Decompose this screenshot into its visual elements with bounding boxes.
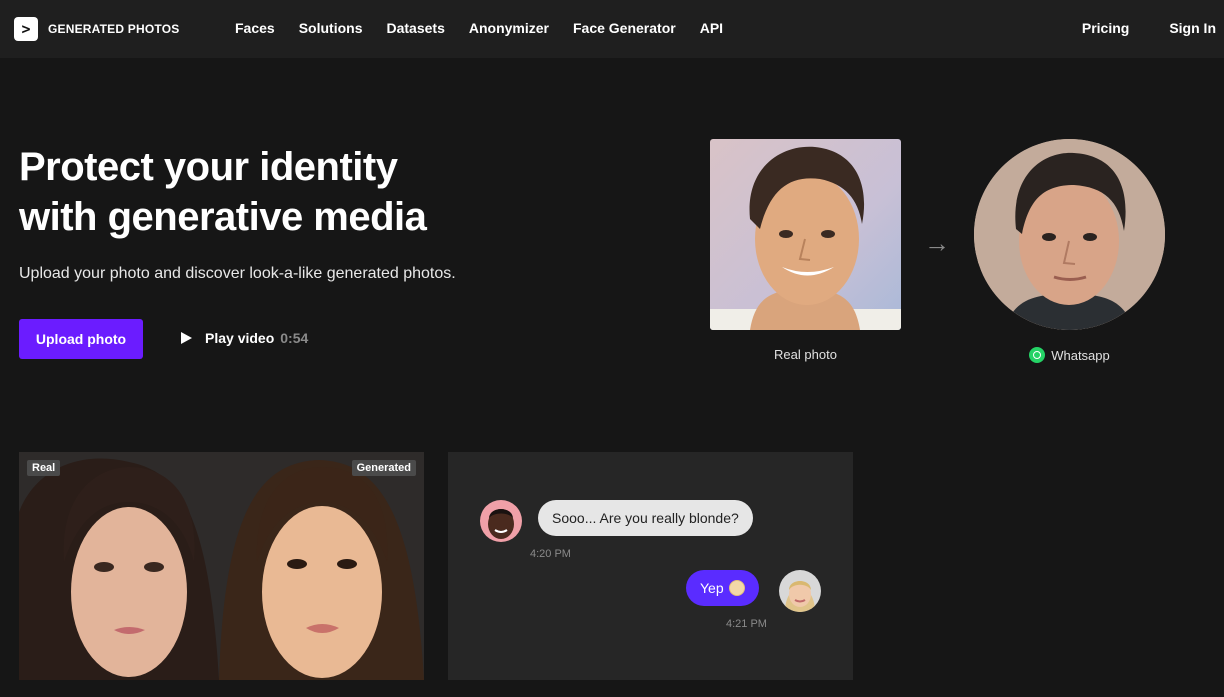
nav-link-face-generator[interactable]: Face Generator xyxy=(573,20,676,36)
nav-link-anonymizer[interactable]: Anonymizer xyxy=(469,20,549,36)
generated-photo xyxy=(974,139,1165,330)
nav-link-datasets[interactable]: Datasets xyxy=(386,20,444,36)
avatar-illustration-2 xyxy=(785,581,815,612)
hero-title-line2: with generative media xyxy=(19,195,427,239)
play-icon xyxy=(181,332,192,344)
whatsapp-label: Whatsapp xyxy=(1051,347,1110,363)
nav-link-solutions[interactable]: Solutions xyxy=(299,20,363,36)
chat-card: Sooo... Are you really blonde? 4:20 PM Y… xyxy=(448,452,853,680)
play-video-label: Play video xyxy=(205,330,275,346)
faces-illustration xyxy=(19,452,424,680)
avatar xyxy=(480,500,522,542)
nav-links: Faces Solutions Datasets Anonymizer Face… xyxy=(235,20,747,36)
play-video-button[interactable]: Play video 0:54 xyxy=(181,330,308,346)
real-photo xyxy=(710,139,901,330)
nav-link-faces[interactable]: Faces xyxy=(235,20,275,36)
tag-real: Real xyxy=(27,460,61,476)
nav-link-api[interactable]: API xyxy=(700,20,723,36)
generated-photo-caption: Whatsapp xyxy=(974,347,1165,363)
chat-message-incoming: Sooo... Are you really blonde? xyxy=(538,500,753,536)
avatar xyxy=(779,570,821,612)
hero-title: Protect your identity with generative me… xyxy=(19,142,539,242)
chat-time-outgoing: 4:21 PM xyxy=(726,618,767,630)
play-video-duration: 0:54 xyxy=(280,330,309,346)
tag-generated: Generated xyxy=(351,460,416,476)
hero-subtitle: Upload your photo and discover look-a-li… xyxy=(19,265,456,282)
upload-photo-button[interactable]: Upload photo xyxy=(19,319,143,359)
faces-comparison-card: Real Generated xyxy=(19,452,424,680)
real-face-illustration xyxy=(710,146,901,330)
arrow-right-icon: → xyxy=(924,228,950,258)
sign-in-link[interactable]: Sign In xyxy=(1169,20,1216,36)
real-photo-caption: Real photo xyxy=(774,347,837,362)
logo[interactable]: > GENERATED PHOTOS xyxy=(14,17,179,41)
chat-message-outgoing: Yep xyxy=(686,570,759,606)
top-nav: > GENERATED PHOTOS Faces Solutions Datas… xyxy=(0,0,1224,58)
blonde-emoji-icon xyxy=(728,580,745,596)
generated-face-illustration xyxy=(974,139,1165,330)
logo-icon: > xyxy=(14,17,38,41)
hero-title-line1: Protect your identity xyxy=(19,145,398,189)
avatar-illustration-1 xyxy=(488,509,514,539)
logo-text: GENERATED PHOTOS xyxy=(48,22,180,36)
chat-time-incoming: 4:20 PM xyxy=(530,548,571,560)
nav-right: Pricing Sign In xyxy=(1042,20,1216,36)
chat-message-outgoing-text: Yep xyxy=(700,580,724,596)
whatsapp-icon xyxy=(1029,347,1046,363)
pricing-link[interactable]: Pricing xyxy=(1082,20,1129,36)
